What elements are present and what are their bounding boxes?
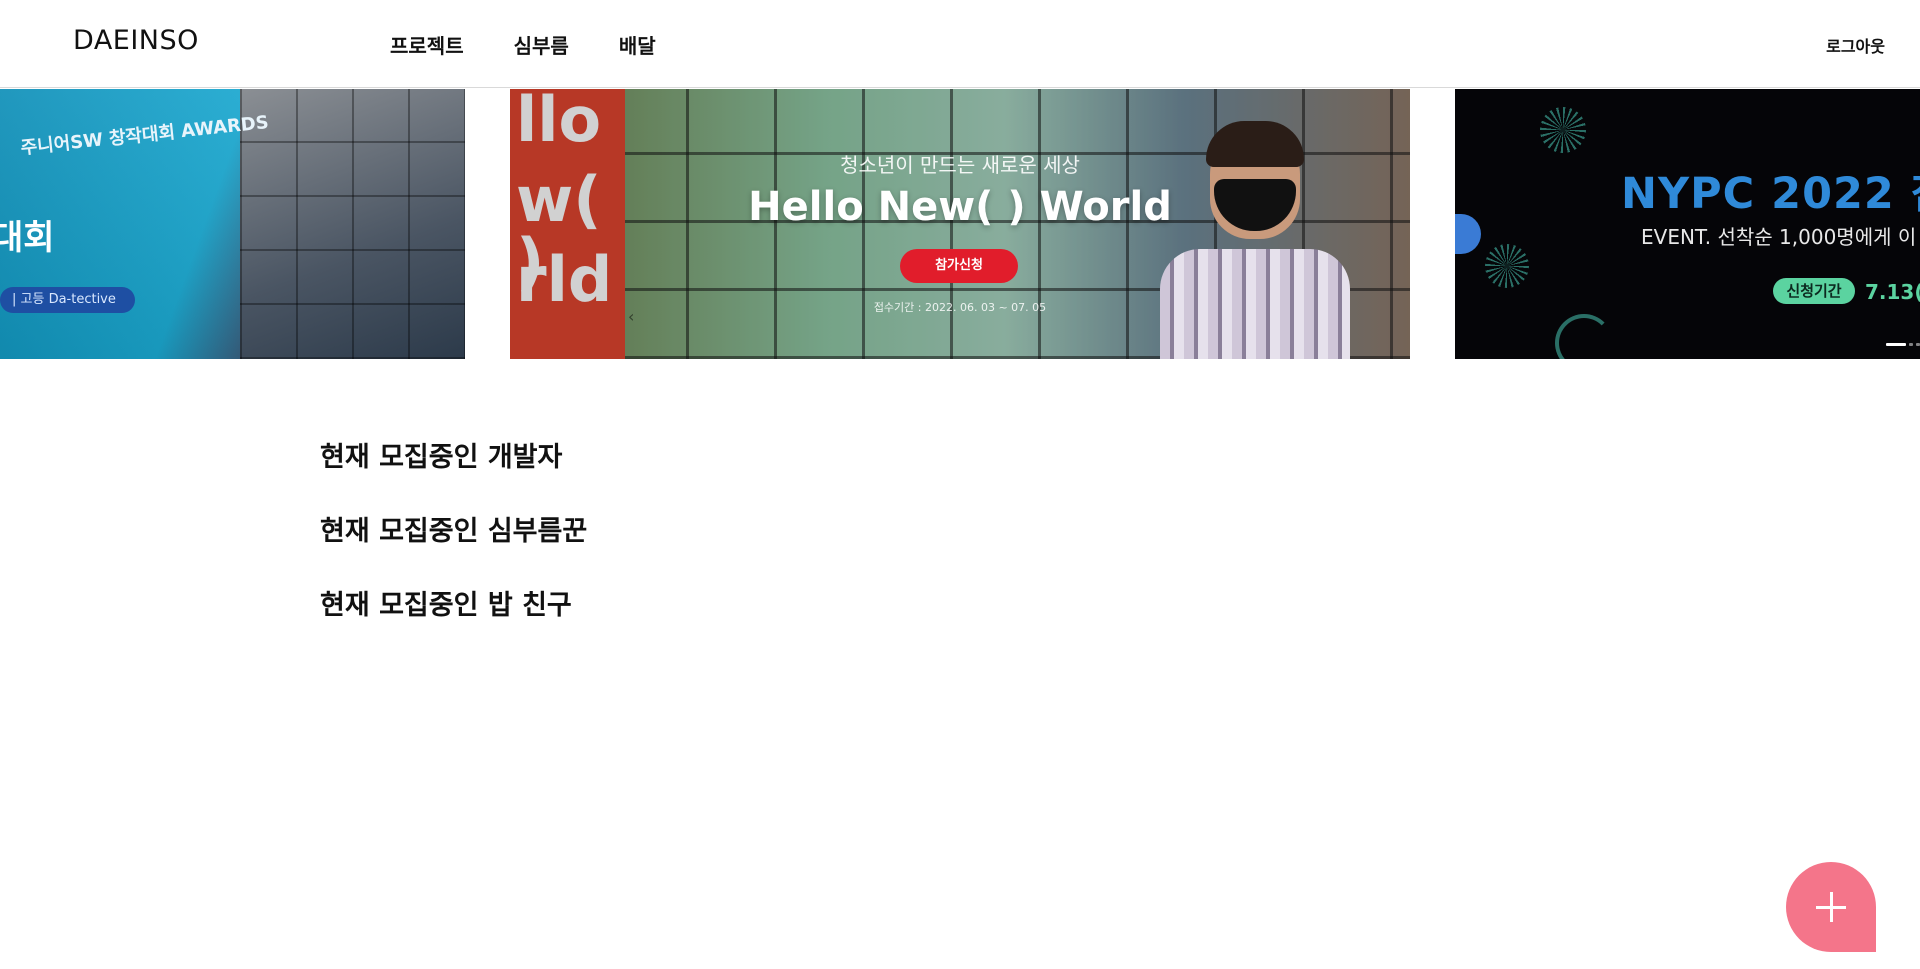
chevron-left-icon[interactable]: ‹	[628, 307, 634, 326]
carousel-slide-nypc[interactable]: NYPC 2022 참가 EVENT. 선착순 1,000명에게 이 신청기간 …	[1455, 89, 1920, 359]
carousel-dot-1[interactable]	[1886, 343, 1906, 346]
slide-title: Hello New( ) World	[748, 184, 1172, 230]
speaker-image	[1150, 109, 1350, 359]
main-nav: 프로젝트 심부름 배달	[390, 30, 706, 59]
recruitment-sections: 현재 모집중인 개발자 현재 모집중인 심부름꾼 현재 모집중인 밥 친구	[320, 438, 587, 660]
video-grid-image	[240, 89, 465, 359]
slide-pill-label: | 고등 Da-tective	[0, 287, 135, 313]
slide-big-text: 대회	[0, 218, 55, 258]
add-button[interactable]	[1786, 862, 1876, 952]
slide-period-text: 접수기간 : 2022. 06. 03 ~ 07. 05	[873, 301, 1047, 314]
plus-icon	[1830, 892, 1833, 922]
nav-item-delivery[interactable]: 배달	[619, 30, 656, 59]
firework-icon	[1540, 107, 1586, 153]
nav-item-errands[interactable]: 심부름	[514, 30, 569, 59]
section-title-meal-buddies: 현재 모집중인 밥 친구	[320, 590, 572, 621]
logo[interactable]: DAEINSO	[73, 25, 199, 56]
decor-blob	[1455, 214, 1481, 254]
slide-subtitle: 청소년이 만드는 새로운 세상	[840, 153, 1080, 177]
section-title-errand-runners: 현재 모집중인 심부름꾼	[320, 516, 588, 547]
nypc-date: 7.13(수	[1865, 280, 1920, 304]
nypc-title: NYPC 2022 참가	[1621, 169, 1920, 219]
firework-icon	[1485, 244, 1529, 288]
banner-carousel: 주니어SW 창작대회 AWARDS 대회 | 고등 Da-tective llo…	[0, 89, 1920, 359]
carousel-slide-hello-world[interactable]: llo w( ) rld 청소년이 만드는 새로운 세상 Hello New( …	[510, 89, 1410, 359]
carousel-pagination	[1886, 343, 1920, 346]
carousel-dot-2[interactable]	[1909, 343, 1913, 346]
logout-button[interactable]: 로그아웃	[1826, 33, 1885, 57]
carousel-slide-awards[interactable]: 주니어SW 창작대회 AWARDS 대회 | 고등 Da-tective	[0, 89, 465, 359]
top-header: DAEINSO 프로젝트 심부름 배달 로그아웃	[0, 0, 1920, 88]
nypc-event-text: EVENT. 선착순 1,000명에게 이	[1641, 225, 1917, 249]
section-title-developers: 현재 모집중인 개발자	[320, 442, 563, 473]
carousel-dot-3[interactable]	[1916, 343, 1920, 346]
nypc-period-badge: 신청기간	[1773, 278, 1855, 304]
nav-item-projects[interactable]: 프로젝트	[390, 30, 464, 59]
decor-arc	[1555, 314, 1613, 359]
apply-button[interactable]: 참가신청	[900, 249, 1018, 283]
